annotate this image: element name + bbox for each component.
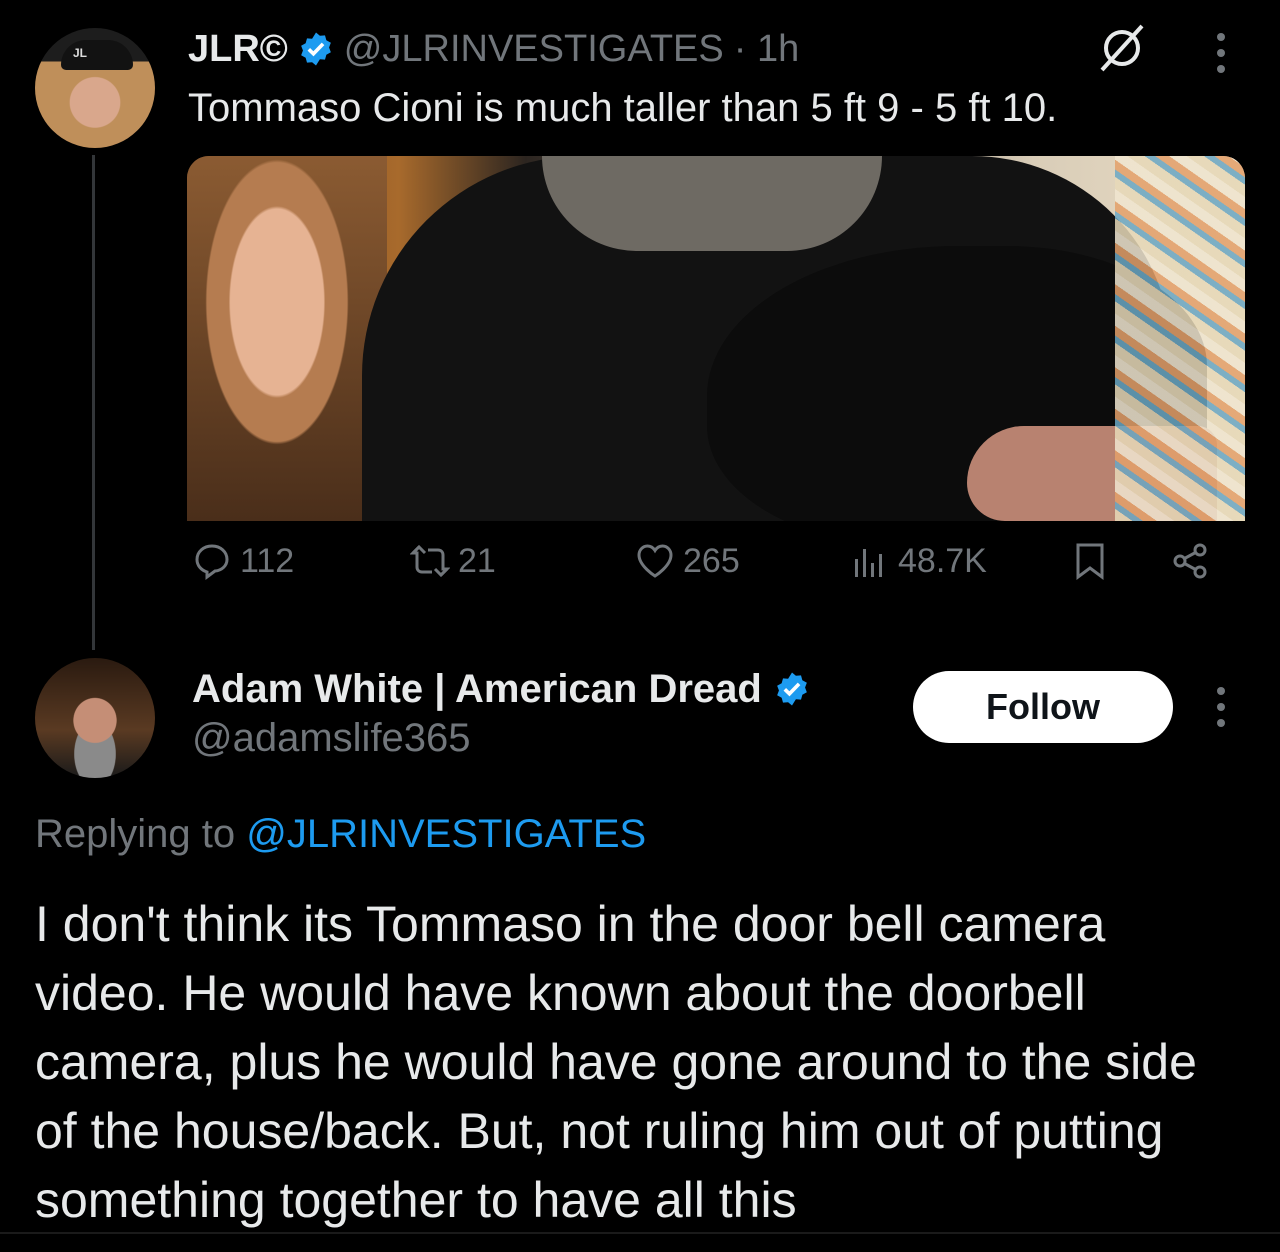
reply-author-handle[interactable]: @adamslife365 <box>192 716 471 761</box>
author-handle[interactable]: @JLRINVESTIGATES <box>344 28 724 71</box>
repost-icon <box>410 544 450 578</box>
avatar-cap: JL <box>61 40 133 70</box>
divider <box>0 1232 1280 1234</box>
thread-line <box>92 155 95 650</box>
tweet-time[interactable]: · 1h <box>734 28 799 71</box>
tweet-text: Tommaso Cioni is much taller than 5 ft 9… <box>188 86 1058 130</box>
verified-badge-icon <box>776 672 807 706</box>
verified-badge-icon <box>300 32 331 66</box>
repost-button[interactable]: 21 <box>410 535 496 587</box>
tweet-photo[interactable] <box>187 156 1245 521</box>
repost-count: 21 <box>458 541 496 580</box>
heart-icon <box>637 544 673 578</box>
views-count: 48.7K <box>898 541 987 580</box>
circle-slash-icon[interactable] <box>1096 22 1148 74</box>
tweet-header: JLR© @JLRINVESTIGATES · 1h <box>188 24 799 74</box>
replying-to: Replying to @JLRINVESTIGATES <box>35 812 646 857</box>
reply-header: Adam White | American Dread <box>192 662 810 716</box>
like-button[interactable]: 265 <box>635 535 740 587</box>
reply-button[interactable]: 112 <box>192 535 294 587</box>
photo-beard <box>542 156 882 251</box>
more-vertical-icon[interactable] <box>1206 30 1236 76</box>
reply-count: 112 <box>240 541 295 580</box>
views-button[interactable]: 48.7K <box>850 535 987 587</box>
views-icon <box>855 549 882 577</box>
reply-text: I don't think its Tommaso in the door be… <box>35 896 1197 1228</box>
reply-author-avatar[interactable] <box>35 658 155 778</box>
avatar-cap-text: JL <box>73 46 88 60</box>
reply-icon <box>195 544 229 580</box>
bookmark-button[interactable] <box>1070 535 1110 587</box>
author-avatar[interactable]: JL <box>35 28 155 148</box>
share-button[interactable] <box>1170 535 1210 587</box>
follow-button[interactable]: Follow <box>913 671 1173 743</box>
replying-mention-link[interactable]: @JLRINVESTIGATES <box>246 812 646 856</box>
share-icon <box>1173 543 1207 579</box>
photo-painting <box>1115 156 1245 521</box>
reply-author-name[interactable]: Adam White | American Dread <box>192 667 762 712</box>
like-count: 265 <box>683 541 740 580</box>
bookmark-icon <box>1076 543 1104 580</box>
more-vertical-icon[interactable] <box>1206 684 1236 730</box>
photo-woman <box>187 156 387 521</box>
replying-prefix: Replying to <box>35 812 236 856</box>
author-name[interactable]: JLR© <box>188 28 288 71</box>
